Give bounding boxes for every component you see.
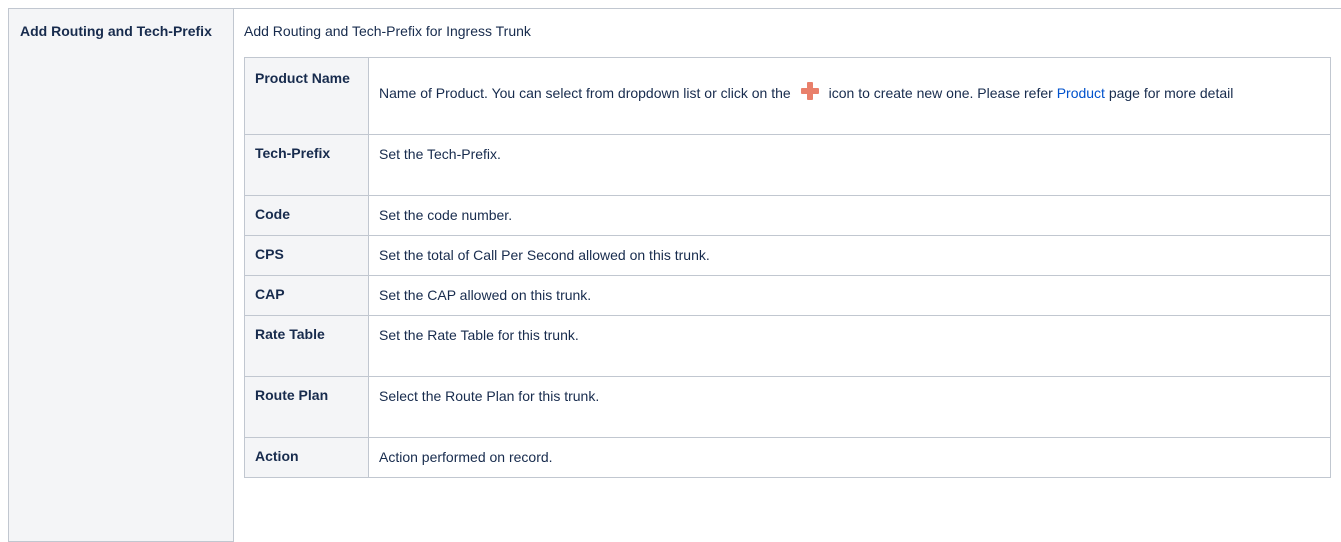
left-header-cell: Add Routing and Tech-Prefix — [9, 9, 234, 542]
right-content-cell: Add Routing and Tech-Prefix for Ingress … — [234, 9, 1341, 542]
field-name: Action — [245, 438, 369, 477]
table-row: Code Set the code number. — [245, 196, 1331, 236]
field-name: Code — [245, 196, 369, 235]
field-name: CPS — [245, 236, 369, 275]
description-text: icon to create new one. Please refer — [828, 85, 1053, 101]
field-table: Product Name Name of Product. You can se… — [244, 57, 1331, 478]
field-description: Set the Tech-Prefix. — [369, 135, 1331, 195]
field-description: Name of Product. You can select from dro… — [369, 58, 1331, 134]
table-row: CAP Set the CAP allowed on this trunk. — [245, 276, 1331, 316]
field-name: Route Plan — [245, 377, 369, 437]
table-row: Route Plan Select the Route Plan for thi… — [245, 377, 1331, 438]
field-name: Tech-Prefix — [245, 135, 369, 195]
field-name: Product Name — [245, 58, 369, 134]
description-text: page for more detail — [1108, 85, 1234, 101]
field-description: Set the code number. — [369, 196, 1331, 235]
field-description: Set the CAP allowed on this trunk. — [369, 276, 1331, 315]
table-row: Tech-Prefix Set the Tech-Prefix. — [245, 135, 1331, 196]
field-name: CAP — [245, 276, 369, 315]
product-link[interactable]: Product — [1057, 85, 1105, 101]
plus-icon — [800, 82, 819, 100]
field-name: Rate Table — [245, 316, 369, 376]
field-description: Set the Rate Table for this trunk. — [369, 316, 1331, 376]
table-row: Action Action performed on record. — [245, 438, 1331, 478]
field-description: Action performed on record. — [369, 438, 1331, 477]
section-title: Add Routing and Tech-Prefix — [20, 23, 212, 39]
field-description: Set the total of Call Per Second allowed… — [369, 236, 1331, 275]
description-text: Name of Product. You can select from dro… — [379, 85, 791, 101]
table-row: Rate Table Set the Rate Table for this t… — [245, 316, 1331, 377]
field-description: Select the Route Plan for this trunk. — [369, 377, 1331, 437]
section-heading: Add Routing and Tech-Prefix for Ingress … — [244, 23, 531, 39]
outer-table: Add Routing and Tech-Prefix Add Routing … — [8, 8, 1341, 542]
table-row: CPS Set the total of Call Per Second all… — [245, 236, 1331, 276]
table-row: Product Name Name of Product. You can se… — [245, 58, 1331, 135]
